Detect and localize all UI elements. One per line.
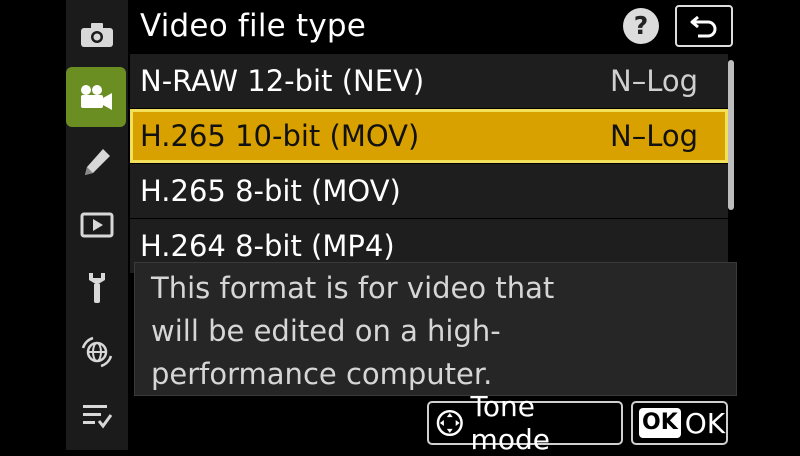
option-h265-8bit[interactable]: H.265 8-bit (MOV)	[130, 164, 728, 218]
scrollbar[interactable]	[728, 54, 736, 264]
ok-button[interactable]: OK OK	[631, 401, 728, 445]
option-nraw-12bit[interactable]: N-RAW 12-bit (NEV) N–Log	[130, 54, 728, 108]
multi-selector-icon	[436, 409, 463, 437]
help-button[interactable]: ?	[623, 8, 659, 44]
tone-mode-button[interactable]: Tone mode	[427, 390, 623, 456]
help-line: performance computer.	[151, 357, 493, 391]
option-label: H.265 10-bit (MOV)	[140, 119, 420, 153]
tab-setup[interactable]	[66, 258, 128, 318]
tab-photo-shooting[interactable]	[66, 5, 128, 65]
menu-panel: Video file type ? N-RAW 12-bit (NEV) N–L…	[130, 0, 800, 456]
tab-video-recording[interactable]	[66, 67, 126, 127]
pencil-icon	[85, 149, 110, 175]
menu-tab-sidebar	[66, 0, 128, 450]
option-h265-10bit[interactable]: H.265 10-bit (MOV) N–Log	[130, 109, 728, 163]
wrench-icon	[89, 273, 105, 303]
option-value: N–Log	[610, 64, 698, 98]
title-bar: Video file type ?	[130, 0, 800, 52]
scrollbar-thumb[interactable]	[728, 60, 734, 210]
page-title: Video file type	[140, 8, 367, 44]
camera-menu-screen: Video file type ? N-RAW 12-bit (NEV) N–L…	[0, 0, 800, 456]
network-icon	[81, 336, 113, 368]
tab-network[interactable]	[66, 322, 128, 382]
playback-icon	[80, 212, 114, 238]
help-text-box: This format is for video that will be ed…	[134, 262, 737, 396]
camera-icon	[81, 23, 113, 47]
help-line: will be edited on a high-	[151, 314, 501, 348]
back-arrow-icon	[690, 15, 717, 38]
my-menu-icon	[83, 405, 113, 429]
back-button[interactable]	[675, 5, 733, 47]
help-line: This format is for video that	[151, 271, 555, 305]
tone-mode-label: Tone mode	[470, 390, 550, 456]
tab-playback[interactable]	[66, 195, 128, 255]
option-value: N–Log	[610, 119, 698, 153]
ok-label: OK	[684, 406, 726, 440]
option-label: H.265 8-bit (MOV)	[140, 174, 401, 208]
help-description: This format is for video that will be ed…	[151, 267, 711, 396]
tab-my-menu[interactable]	[66, 385, 128, 445]
ok-badge-icon: OK	[639, 408, 681, 438]
movie-camera-icon	[81, 85, 112, 110]
option-label: N-RAW 12-bit (NEV)	[140, 64, 425, 98]
tab-custom-settings[interactable]	[66, 132, 128, 192]
